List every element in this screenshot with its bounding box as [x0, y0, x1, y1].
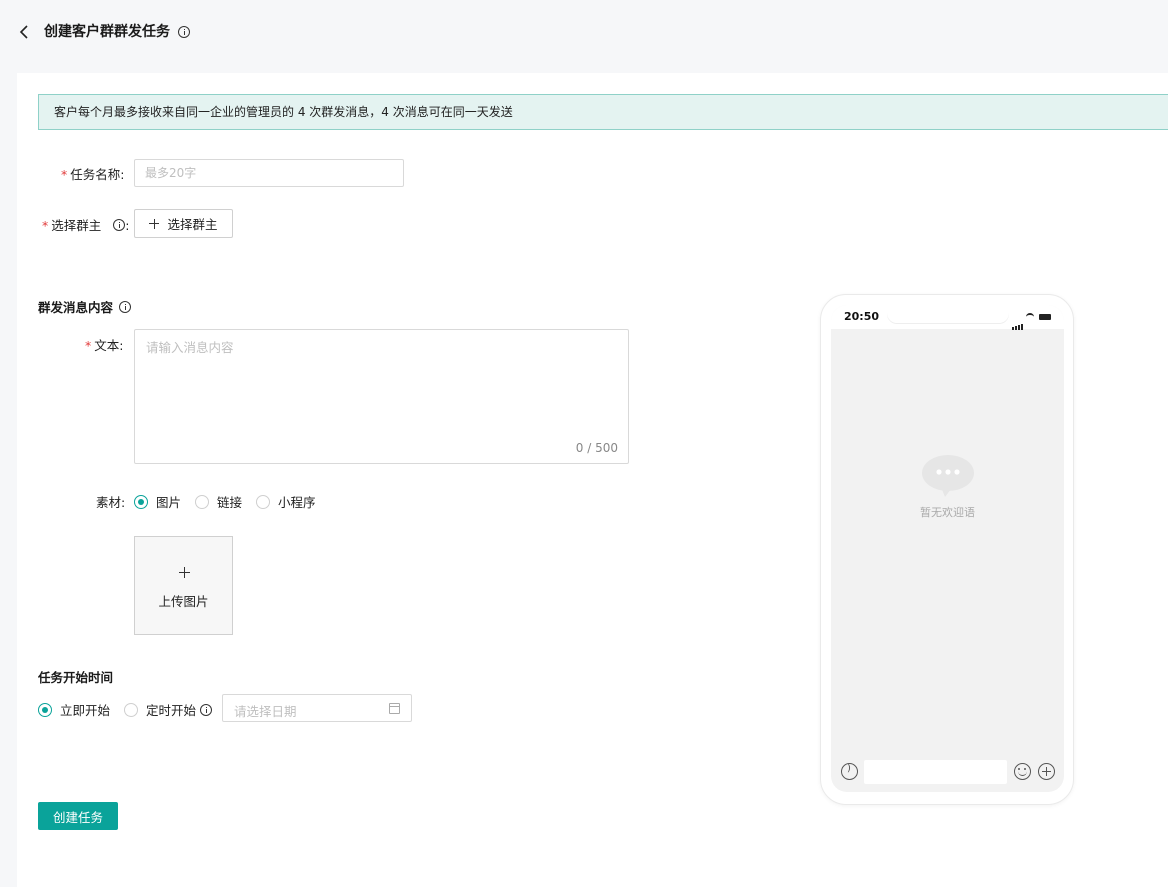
chat-bubble-icon — [921, 453, 975, 497]
radio-unchecked-icon — [195, 494, 210, 509]
info-icon[interactable] — [200, 703, 213, 716]
char-counter: 0 / 500 — [575, 441, 618, 455]
top-bar: 创建客户群群发任务 — [0, 0, 1168, 64]
material-label: 素材: — [96, 495, 126, 510]
page-title: 创建客户群群发任务 — [44, 24, 170, 40]
plus-icon — [149, 218, 160, 229]
message-section-title: 群发消息内容 — [38, 297, 132, 316]
select-group-owner-button[interactable]: 选择群主 — [134, 209, 233, 238]
required-mark: * — [85, 338, 92, 353]
form-card: 客户每个月最多接收来自同一企业的管理员的 4 次群发消息，4 次消息可在同一天发… — [17, 73, 1168, 887]
task-name-placeholder: 最多20字 — [145, 166, 197, 180]
battery-icon — [1039, 314, 1051, 320]
plus-icon — [179, 567, 190, 578]
task-name-label: * 任务名称: — [61, 164, 124, 183]
start-option-label: 定时开始 — [146, 703, 197, 718]
required-mark: * — [61, 167, 68, 182]
group-owner-label-text: 选择群主 — [51, 218, 102, 233]
group-owner-colon: : — [125, 218, 130, 233]
calendar-icon — [389, 703, 400, 714]
material-option-label: 图片 — [156, 495, 182, 510]
notice-banner: 客户每个月最多接收来自同一企业的管理员的 4 次群发消息，4 次消息可在同一天发… — [38, 94, 1168, 130]
message-placeholder: 请输入消息内容 — [146, 340, 234, 355]
chat-input-bar — [831, 752, 1064, 792]
start-option-scheduled[interactable]: 定时开始 — [124, 700, 196, 719]
material-option-image[interactable]: 图片 — [134, 492, 181, 511]
message-textarea[interactable]: 请输入消息内容 0 / 500 — [134, 329, 629, 464]
phone-preview: 20:50 暂无欢迎语 — [820, 294, 1074, 805]
back-arrow-icon[interactable] — [17, 24, 33, 40]
text-label: * 文本: — [85, 335, 123, 354]
status-time: 20:50 — [844, 310, 880, 323]
empty-welcome-text: 暂无欢迎语 — [920, 506, 975, 519]
material-radio-group: 图片 链接 小程序 — [134, 492, 330, 511]
voice-icon — [841, 763, 858, 780]
material-option-label: 小程序 — [278, 495, 316, 510]
wifi-icon — [1026, 313, 1034, 319]
start-time-radio-group: 立即开始 定时开始 — [38, 700, 213, 719]
material-option-label: 链接 — [217, 495, 243, 510]
signal-icon — [1012, 315, 1024, 330]
start-time-section-title: 任务开始时间 — [38, 670, 114, 685]
info-icon[interactable] — [119, 301, 132, 313]
status-bar: 20:50 — [831, 305, 1064, 330]
create-task-button[interactable]: 创建任务 — [38, 802, 118, 830]
emoji-icon — [1014, 763, 1031, 780]
required-mark: * — [42, 218, 49, 233]
select-group-owner-label: 选择群主 — [167, 217, 218, 232]
task-name-label-text: 任务名称: — [70, 167, 125, 182]
add-icon — [1038, 763, 1055, 780]
chat-message-field — [864, 760, 1007, 784]
message-section-title-text: 群发消息内容 — [38, 300, 114, 315]
info-icon[interactable] — [178, 26, 190, 38]
upload-image-button[interactable]: 上传图片 — [134, 536, 233, 635]
start-option-immediate[interactable]: 立即开始 — [38, 700, 110, 719]
radio-checked-icon — [38, 702, 52, 717]
radio-unchecked-icon — [124, 702, 139, 717]
phone-notch — [887, 305, 1009, 323]
material-option-link[interactable]: 链接 — [195, 492, 242, 511]
start-option-label: 立即开始 — [60, 703, 111, 718]
date-picker-input[interactable]: 请选择日期 — [222, 694, 412, 722]
phone-screen: 20:50 暂无欢迎语 — [831, 305, 1064, 792]
radio-checked-icon — [134, 494, 148, 509]
date-placeholder: 请选择日期 — [234, 704, 297, 719]
material-option-miniprogram[interactable]: 小程序 — [256, 492, 316, 511]
radio-unchecked-icon — [256, 494, 271, 509]
text-label-text: 文本: — [94, 338, 124, 353]
upload-image-label: 上传图片 — [158, 594, 209, 609]
info-icon[interactable] — [113, 219, 126, 231]
group-owner-label: * 选择群主 : — [42, 215, 129, 234]
task-name-input[interactable]: 最多20字 — [134, 159, 404, 187]
